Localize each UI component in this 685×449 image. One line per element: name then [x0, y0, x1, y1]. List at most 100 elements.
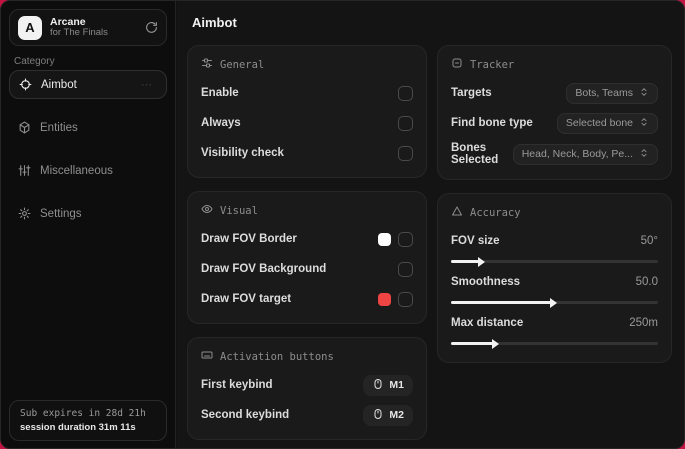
left-column: General Enable Always Visibility check V…	[187, 45, 427, 448]
bones-selected-dropdown[interactable]: Head, Neck, Body, Pe...	[512, 143, 658, 165]
max-distance-value: 250m	[629, 317, 658, 329]
accuracy-card: Accuracy FOV size 50° Smoothness 50.0 Ma…	[437, 193, 672, 363]
row-label: Draw FOV target	[201, 293, 292, 305]
dropdown-value: Selected bone	[565, 117, 633, 129]
gear-icon	[18, 207, 31, 220]
keyboard-icon	[201, 349, 213, 364]
tracker-card-title: Tracker	[470, 58, 515, 71]
aimbot-item-hint: ⋯	[141, 79, 152, 91]
setting-row-find-bone-type: Find bone type Selected bone	[451, 112, 658, 134]
mouse-icon	[372, 408, 384, 423]
row-label: Second keybind	[201, 409, 290, 421]
mouse-icon	[372, 378, 384, 393]
setting-row-enable: Enable	[201, 82, 413, 104]
find-bone-type-dropdown[interactable]: Selected bone	[556, 112, 658, 134]
fov-size-slider[interactable]	[451, 256, 658, 267]
visual-card: Visual Draw FOV Border Draw FOV Backgrou…	[187, 191, 427, 324]
smoothness-slider[interactable]	[451, 297, 658, 308]
dropdown-value: Head, Neck, Body, Pe...	[521, 148, 633, 160]
activation-card-title: Activation buttons	[220, 350, 334, 363]
accuracy-card-header: Accuracy	[451, 205, 658, 220]
accuracy-card-title: Accuracy	[470, 206, 521, 219]
tracker-card-header: Tracker	[451, 57, 658, 72]
brand-box: A Arcane for The Finals	[9, 9, 167, 46]
visibility-check-checkbox[interactable]	[398, 145, 413, 161]
row-label: FOV size	[451, 235, 500, 247]
sidebar: A Arcane for The Finals Category Aimbot …	[1, 1, 176, 448]
smoothness-slider-fill[interactable]	[451, 297, 558, 308]
brand-logo: A	[18, 15, 42, 40]
sidebar-item-label: Miscellaneous	[40, 164, 113, 177]
category-label: Category	[14, 56, 55, 67]
row-label: Draw FOV Border	[201, 233, 297, 245]
sidebar-item-label: Settings	[40, 207, 82, 220]
sidebar-nav: Aimbot ⋯ Entities Miscellaneous Settings	[9, 70, 167, 229]
chevrons-up-down-icon	[639, 87, 649, 100]
smoothness-value: 50.0	[635, 276, 658, 288]
general-card-title: General	[220, 58, 265, 71]
fov-target-color-swatch[interactable]	[378, 292, 391, 306]
right-column: Tracker Targets Bots, Teams Find bone ty…	[437, 45, 672, 376]
targets-dropdown[interactable]: Bots, Teams	[566, 82, 658, 104]
entities-icon	[18, 121, 31, 134]
setting-row-always: Always	[201, 112, 413, 134]
main-content: Aimbot General Enable Always Visibility …	[177, 1, 684, 448]
second-keybind-button[interactable]: M2	[363, 404, 413, 426]
setting-row-fov-border: Draw FOV Border	[201, 228, 413, 250]
sidebar-item-label: Entities	[40, 121, 78, 134]
setting-row-bones-selected: Bones Selected Head, Neck, Body, Pe...	[451, 142, 658, 166]
row-label: Bones Selected	[451, 142, 499, 166]
setting-row-fov-size: FOV size 50°	[451, 230, 658, 252]
sidebar-item-label: Aimbot	[41, 78, 77, 91]
keybind-value: M2	[389, 409, 404, 421]
setting-row-visibility-check: Visibility check	[201, 142, 413, 164]
setting-row-first-keybind: First keybind M1	[201, 374, 413, 396]
sliders-icon	[18, 164, 31, 177]
sidebar-item-miscellaneous[interactable]: Miscellaneous	[9, 156, 167, 185]
fov-border-color-swatch[interactable]	[378, 232, 391, 246]
activation-card: Activation buttons First keybind M1 Seco…	[187, 337, 427, 440]
row-label: Visibility check	[201, 147, 284, 159]
keybind-value: M1	[389, 379, 404, 391]
row-label: Smoothness	[451, 276, 521, 288]
max-distance-slider[interactable]	[451, 338, 658, 349]
page-title: Aimbot	[192, 15, 237, 30]
brand-subtitle: for The Finals	[50, 27, 108, 39]
setting-row-fov-target: Draw FOV target	[201, 288, 413, 310]
fov-size-slider-fill[interactable]	[451, 256, 485, 267]
crosshair-icon	[19, 78, 32, 91]
row-label: Always	[201, 117, 241, 129]
scan-icon	[451, 57, 463, 72]
always-checkbox[interactable]	[398, 115, 413, 131]
brand-text: Arcane for The Finals	[50, 16, 137, 39]
refresh-icon[interactable]	[145, 21, 158, 34]
fov-background-checkbox[interactable]	[398, 261, 413, 277]
setting-row-max-distance: Max distance 250m	[451, 312, 658, 334]
setting-row-smoothness: Smoothness 50.0	[451, 271, 658, 293]
max-distance-slider-fill[interactable]	[451, 338, 500, 349]
chevrons-up-down-icon	[639, 148, 649, 161]
dropdown-value: Bots, Teams	[575, 87, 633, 99]
setting-row-fov-background: Draw FOV Background	[201, 258, 413, 280]
fov-target-checkbox[interactable]	[398, 291, 413, 307]
enable-checkbox[interactable]	[398, 85, 413, 101]
sidebar-item-entities[interactable]: Entities	[9, 113, 167, 142]
row-label: Find bone type	[451, 117, 533, 129]
eye-icon	[201, 203, 213, 218]
sidebar-item-settings[interactable]: Settings	[9, 199, 167, 228]
row-label: Enable	[201, 87, 239, 99]
visual-card-title: Visual	[220, 204, 258, 217]
visual-card-header: Visual	[201, 203, 413, 218]
row-label: Max distance	[451, 317, 524, 329]
fov-border-checkbox[interactable]	[398, 231, 413, 247]
general-card: General Enable Always Visibility check	[187, 45, 427, 178]
fov-size-value: 50°	[640, 235, 658, 247]
general-icon	[201, 57, 213, 72]
sidebar-item-aimbot[interactable]: Aimbot ⋯	[9, 70, 167, 99]
general-card-header: General	[201, 57, 413, 72]
triangle-icon	[451, 205, 463, 220]
row-label: First keybind	[201, 379, 273, 391]
app-window: A Arcane for The Finals Category Aimbot …	[0, 0, 685, 449]
tracker-card: Tracker Targets Bots, Teams Find bone ty…	[437, 45, 672, 180]
first-keybind-button[interactable]: M1	[363, 374, 413, 396]
